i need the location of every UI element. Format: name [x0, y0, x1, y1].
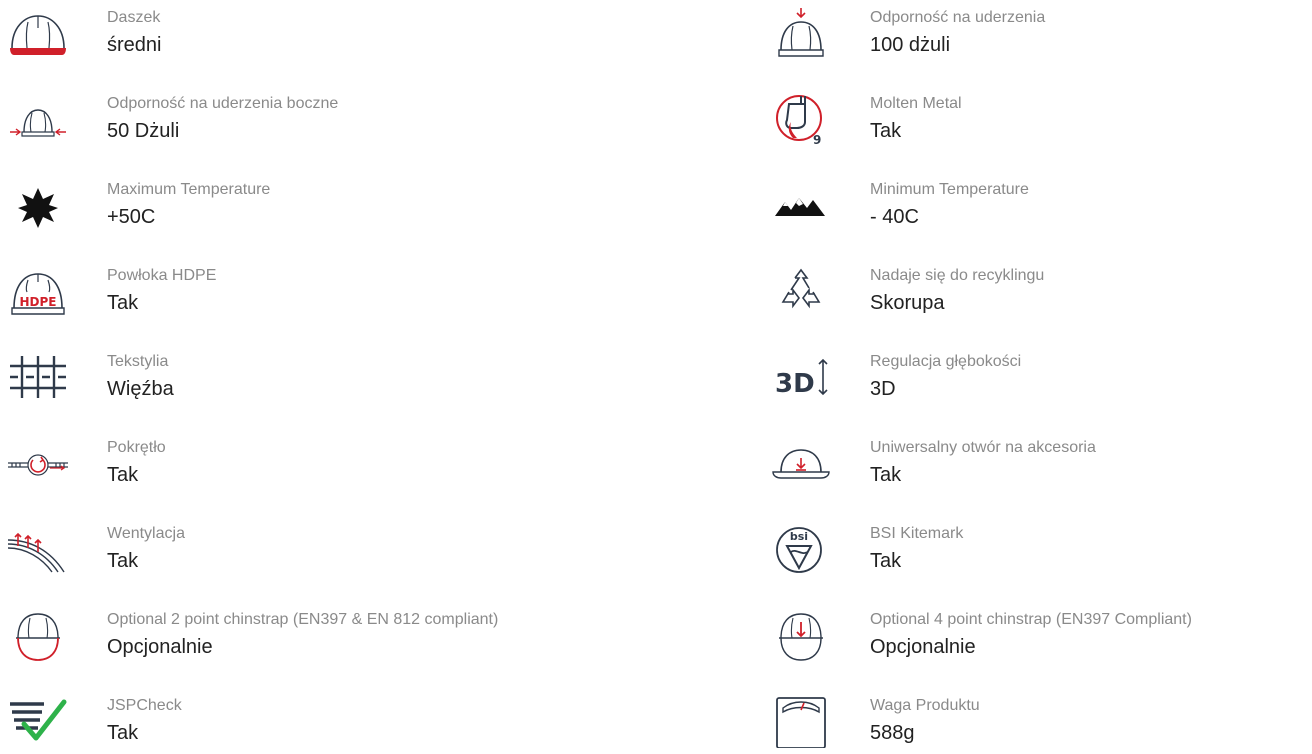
helmet-side-impact-icon: [6, 92, 70, 146]
recycle-icon: [769, 264, 833, 318]
spec-label: Powłoka HDPE: [107, 267, 217, 284]
spec-value: Tak: [870, 120, 902, 142]
helmet-2-point-chinstrap-icon: [6, 608, 70, 662]
spec-item-side-impact: Odporność na uderzenia boczne 50 Dżuli: [2, 86, 652, 146]
spec-item-2-point-chinstrap: Optional 2 point chinstrap (EN397 & EN 8…: [2, 602, 652, 662]
spec-label: Uniwersalny otwór na akcesoria: [870, 439, 1096, 456]
spec-value: 50 Dżuli: [107, 120, 180, 142]
spec-label: Minimum Temperature: [870, 181, 1029, 198]
spec-value: 3D: [870, 378, 896, 400]
weight-scale-icon: [769, 694, 833, 748]
spec-label: Waga Produktu: [870, 697, 980, 714]
spec-value: +50C: [107, 206, 156, 228]
spec-item-textile: Tekstylia Więźba: [2, 344, 652, 404]
spec-value: średni: [107, 34, 162, 56]
mountains-icon: [769, 178, 833, 232]
helmet-hdpe-icon: HDPE: [6, 264, 70, 318]
spec-label: Maximum Temperature: [107, 181, 271, 198]
spec-value: Tak: [107, 464, 139, 486]
svg-text:3D: 3D: [775, 369, 815, 399]
spec-value: - 40C: [870, 206, 919, 228]
spec-item-bsi: bsi BSI Kitemark Tak: [765, 516, 1312, 576]
spec-label: Wentylacja: [107, 525, 185, 542]
spec-label: Daszek: [107, 9, 161, 26]
helmet-accessory-slot-icon: [769, 436, 833, 490]
depth-adjust-3d-icon: 3D: [769, 350, 833, 404]
spec-label: Optional 2 point chinstrap (EN397 & EN 8…: [107, 611, 499, 628]
spec-item-ventilation: Wentylacja Tak: [2, 516, 652, 576]
spec-item-jspcheck: JSPCheck Tak: [2, 688, 652, 748]
spec-item-wheel: Pokrętło Tak: [2, 430, 652, 490]
svg-text:HDPE: HDPE: [20, 295, 57, 309]
spec-label: BSI Kitemark: [870, 525, 964, 542]
helmet-4-point-chinstrap-icon: [769, 608, 833, 662]
spec-value: Tak: [107, 292, 139, 314]
ventilation-icon: [6, 522, 70, 576]
spec-value: 588g: [870, 722, 915, 744]
spec-item-recyclable: Nadaje się do recyklingu Skorupa: [765, 258, 1312, 318]
svg-text:bsi: bsi: [790, 530, 808, 543]
spec-item-accessory-slot: Uniwersalny otwór na akcesoria Tak: [765, 430, 1312, 490]
spec-label: Optional 4 point chinstrap (EN397 Compli…: [870, 611, 1192, 628]
spec-label: Tekstylia: [107, 353, 169, 370]
spec-item-4-point-chinstrap: Optional 4 point chinstrap (EN397 Compli…: [765, 602, 1312, 662]
helmet-peak-icon: [6, 6, 70, 60]
spec-value: Opcjonalnie: [107, 636, 213, 658]
spec-value: 100 dżuli: [870, 34, 951, 56]
spec-label: Pokrętło: [107, 439, 166, 456]
spec-item-min-temp: Minimum Temperature - 40C: [765, 172, 1312, 232]
spec-item-molten-metal: 9 Molten Metal Tak: [765, 86, 1312, 146]
spec-value: Tak: [107, 722, 139, 744]
spec-item-max-temp: Maximum Temperature +50C: [2, 172, 652, 232]
jspcheck-icon: [6, 694, 70, 748]
spec-item-weight: Waga Produktu 588g: [765, 688, 1312, 748]
specification-grid: Daszek średni Odporność na uderzenia 100…: [0, 0, 1312, 754]
spec-value: Więźba: [107, 378, 174, 400]
spec-value: Opcjonalnie: [870, 636, 976, 658]
spec-label: Odporność na uderzenia boczne: [107, 95, 339, 112]
spec-item-hdpe: HDPE Powłoka HDPE Tak: [2, 258, 652, 318]
spec-value: Tak: [870, 464, 902, 486]
helmet-top-impact-icon: [769, 6, 833, 60]
bsi-kitemark-icon: bsi: [769, 522, 833, 576]
spec-value: Tak: [870, 550, 902, 572]
spec-label: Nadaje się do recyklingu: [870, 267, 1045, 284]
spec-item-impact: Odporność na uderzenia 100 dżuli: [765, 0, 1312, 60]
spec-item-visor: Daszek średni: [2, 0, 652, 60]
spec-label: Odporność na uderzenia: [870, 9, 1046, 26]
spec-label: Molten Metal: [870, 95, 962, 112]
spec-value: Skorupa: [870, 292, 945, 314]
spec-label: JSPCheck: [107, 697, 182, 714]
sun-icon: [6, 178, 70, 232]
svg-text:9: 9: [813, 133, 821, 146]
spec-item-depth-adjust: 3D Regulacja głębokości 3D: [765, 344, 1312, 404]
molten-metal-icon: 9: [769, 92, 833, 146]
wheel-ratchet-icon: [6, 436, 70, 490]
spec-value: Tak: [107, 550, 139, 572]
textile-weave-icon: [6, 350, 70, 404]
spec-label: Regulacja głębokości: [870, 353, 1022, 370]
